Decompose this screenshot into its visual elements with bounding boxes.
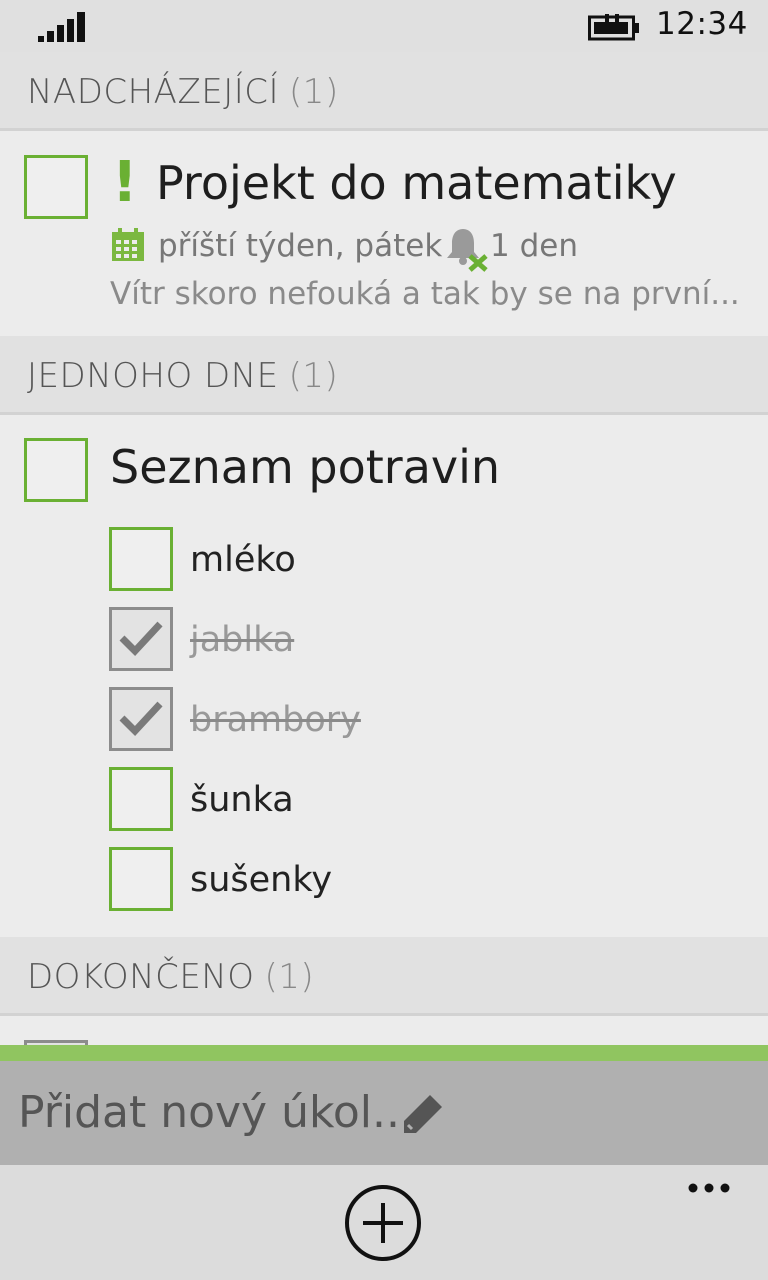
subtask-checkbox[interactable]	[109, 607, 173, 671]
battery-charging-icon	[588, 14, 639, 41]
subtask-checkbox[interactable]	[109, 687, 173, 751]
task-checkbox[interactable]	[24, 155, 88, 219]
priority-icon: !	[112, 150, 138, 215]
subtask-label: mléko	[190, 540, 296, 580]
more-options-icon[interactable]	[686, 1181, 732, 1195]
due-date: příští týden, pátek	[158, 228, 443, 264]
subtask-label: sušenky	[190, 860, 333, 900]
section-header-oneday[interactable]: JEDNOHO DNE (1)	[0, 336, 768, 415]
section-title: JEDNOHO DNE	[27, 356, 279, 396]
reminder-text: 1 den	[490, 228, 578, 264]
completed-task-row[interactable]	[0, 1016, 768, 1045]
section-title: NADCHÁZEJÍCÍ	[27, 72, 280, 112]
section-count: (1)	[288, 356, 339, 396]
task-title: Projekt do matematiky	[156, 156, 677, 210]
task-note: Vítr skoro nefouká a tak by se na první.…	[110, 276, 740, 312]
status-bar: 12:34	[0, 0, 768, 52]
app-bar	[0, 1165, 768, 1280]
subtask-label: šunka	[190, 780, 294, 820]
subtask-checkbox[interactable]	[109, 767, 173, 831]
green-divider	[0, 1045, 768, 1061]
subtask-checkbox[interactable]	[109, 847, 173, 911]
add-icon[interactable]	[343, 1183, 423, 1263]
calendar-icon	[112, 228, 144, 261]
add-task-input[interactable]: Přidat nový úkol...	[18, 1087, 414, 1138]
checkmark-icon	[119, 621, 163, 657]
section-header-completed[interactable]: DOKONČENO (1)	[0, 937, 768, 1016]
section-count: (1)	[289, 72, 339, 112]
task-checkbox[interactable]	[24, 438, 88, 502]
signal-strength-icon	[38, 12, 85, 42]
section-header-upcoming[interactable]: NADCHÁZEJÍCÍ (1)	[0, 52, 768, 131]
subtask-label: brambory	[190, 700, 361, 740]
pencil-icon[interactable]	[400, 1091, 446, 1137]
section-count: (1)	[264, 957, 315, 997]
subtask-checkbox[interactable]	[109, 527, 173, 591]
subtask-label: jablka	[190, 620, 295, 660]
clock: 12:34	[656, 6, 748, 42]
task-title: Seznam potravin	[110, 440, 501, 494]
add-task-bar[interactable]: Přidat nový úkol...	[0, 1061, 768, 1165]
reminder-bell-icon	[447, 229, 488, 272]
checkmark-icon	[119, 701, 163, 737]
section-title: DOKONČENO	[27, 957, 255, 997]
